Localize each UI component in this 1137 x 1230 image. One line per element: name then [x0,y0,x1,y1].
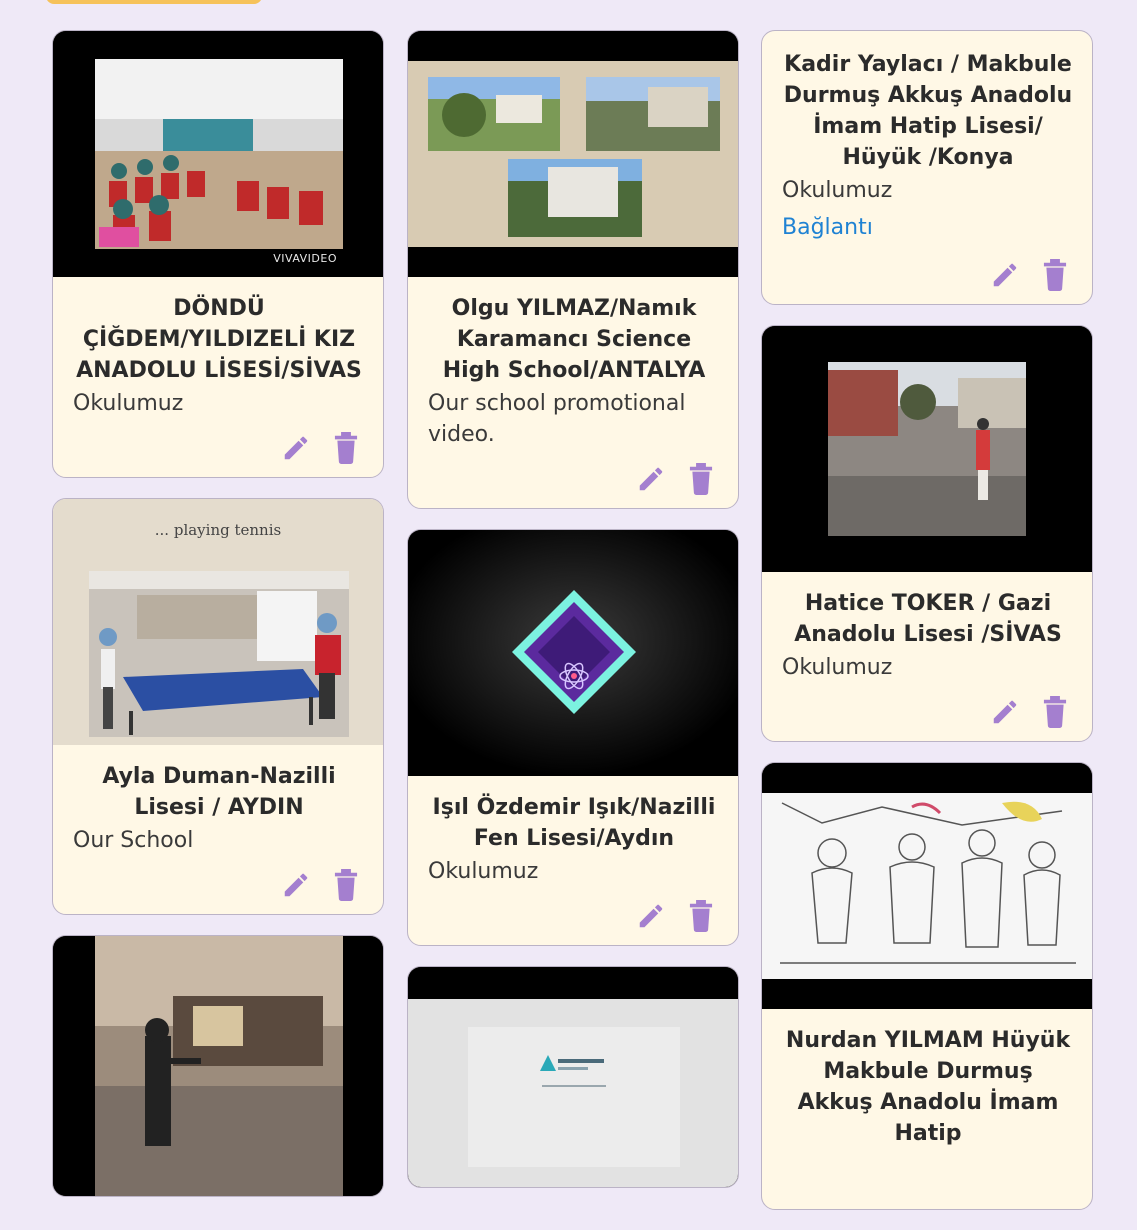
video-thumbnail[interactable] [762,763,1092,1009]
pencil-icon[interactable] [279,868,313,902]
card-body: Nurdan YILMAM Hüyük Makbule Durmuş Akkuş… [762,1009,1092,1209]
school-logo-image [408,530,738,776]
post-card[interactable] [52,935,384,1197]
tennis-photo [89,571,349,737]
card-title: Ayla Duman-Nazilli Lisesi / AYDIN [102,764,336,820]
trash-icon[interactable] [329,431,363,465]
pencil-icon[interactable] [279,431,313,465]
video-thumbnail[interactable] [408,31,738,277]
pencil-icon[interactable] [634,899,668,933]
pencil-icon[interactable] [634,462,668,496]
card-actions [279,431,363,465]
card-actions [634,899,718,933]
post-card[interactable]: Hatice TOKER / Gazi Anadolu Lisesi /SİVA… [761,325,1093,742]
card-title: Işıl Özdemir Işık/Nazilli Fen Lisesi/Ayd… [432,795,716,851]
link-attachment[interactable]: Bağlantı [782,210,873,246]
video-thumbnail[interactable] [762,326,1092,572]
trash-icon[interactable] [684,462,718,496]
trash-icon[interactable] [1038,695,1072,729]
post-card[interactable]: Işıl Özdemir Işık/Nazilli Fen Lisesi/Ayd… [407,529,739,946]
card-description: Our school promotional video. [428,391,686,447]
post-card[interactable]: Nurdan YILMAM Hüyük Makbule Durmuş Akkuş… [761,762,1093,1210]
card-title: Hatice TOKER / Gazi Anadolu Lisesi /SİVA… [794,591,1062,647]
card-actions [634,462,718,496]
card-title: Nurdan YILMAM Hüyük Makbule Durmuş Akkuş… [785,1028,1071,1146]
card-title: DÖNDÜ ÇİĞDEM/YILDIZELİ KIZ ANADOLU LİSES… [76,296,362,383]
pencil-icon[interactable] [988,695,1022,729]
card-body: Olgu YILMAZ/Namık Karamancı Science High… [408,277,738,508]
post-card[interactable]: Kadir Yaylacı / Makbule Durmuş Akkuş Ana… [761,30,1093,305]
card-body: DÖNDÜ ÇİĞDEM/YILDIZELİ KIZ ANADOLU LİSES… [53,277,383,477]
column-3: Kadir Yaylacı / Makbule Durmuş Akkuş Ana… [761,30,1093,1230]
card-body: Hatice TOKER / Gazi Anadolu Lisesi /SİVA… [762,572,1092,741]
post-card[interactable] [407,966,739,1188]
video-thumbnail[interactable] [53,936,383,1196]
card-description: Okulumuz [782,178,893,203]
card-description: Okulumuz [782,655,893,680]
card-title: Olgu YILMAZ/Namık Karamancı Science High… [442,296,706,383]
image-thumbnail[interactable]: ... playing tennis [53,499,383,745]
video-thumbnail[interactable] [408,530,738,776]
pencil-icon[interactable] [988,258,1022,292]
watermark: VIVAVIDEO [273,252,337,265]
trash-icon[interactable] [1038,258,1072,292]
card-description: Okulumuz [428,859,539,884]
classroom-photo [53,31,383,277]
post-card[interactable]: Olgu YILMAZ/Namık Karamancı Science High… [407,30,739,509]
padlet-board: VIVAVIDEO DÖNDÜ ÇİĞDEM/YILDIZELİ KIZ ANA… [0,0,1137,1210]
column-1: VIVAVIDEO DÖNDÜ ÇİĞDEM/YILDIZELİ KIZ ANA… [52,30,384,1217]
post-card[interactable]: VIVAVIDEO DÖNDÜ ÇİĞDEM/YILDIZELİ KIZ ANA… [52,30,384,478]
card-body: Ayla Duman-Nazilli Lisesi / AYDIN Our Sc… [53,745,383,914]
schoolyard-photo [762,326,1092,572]
column-2: Olgu YILMAZ/Namık Karamancı Science High… [407,30,739,1208]
loading-logo-image [408,967,738,1187]
courtyard-photo [53,936,383,1196]
post-card[interactable]: ... playing tennis Ayla Duman-Nazilli Li… [52,498,384,915]
sketch-drawing-image [762,763,1092,1009]
school-buildings-collage [408,31,738,277]
card-description: Our School [73,828,194,853]
card-actions [988,695,1072,729]
card-body: Işıl Özdemir Işık/Nazilli Fen Lisesi/Ayd… [408,776,738,945]
trash-icon[interactable] [684,899,718,933]
video-thumbnail[interactable] [408,967,738,1187]
trash-icon[interactable] [329,868,363,902]
card-description: Okulumuz [73,391,184,416]
card-actions [988,258,1072,292]
card-body: Kadir Yaylacı / Makbule Durmuş Akkuş Ana… [762,31,1092,304]
card-title: Kadir Yaylacı / Makbule Durmuş Akkuş Ana… [783,52,1073,170]
card-actions [279,868,363,902]
video-thumbnail[interactable]: VIVAVIDEO [53,31,383,277]
